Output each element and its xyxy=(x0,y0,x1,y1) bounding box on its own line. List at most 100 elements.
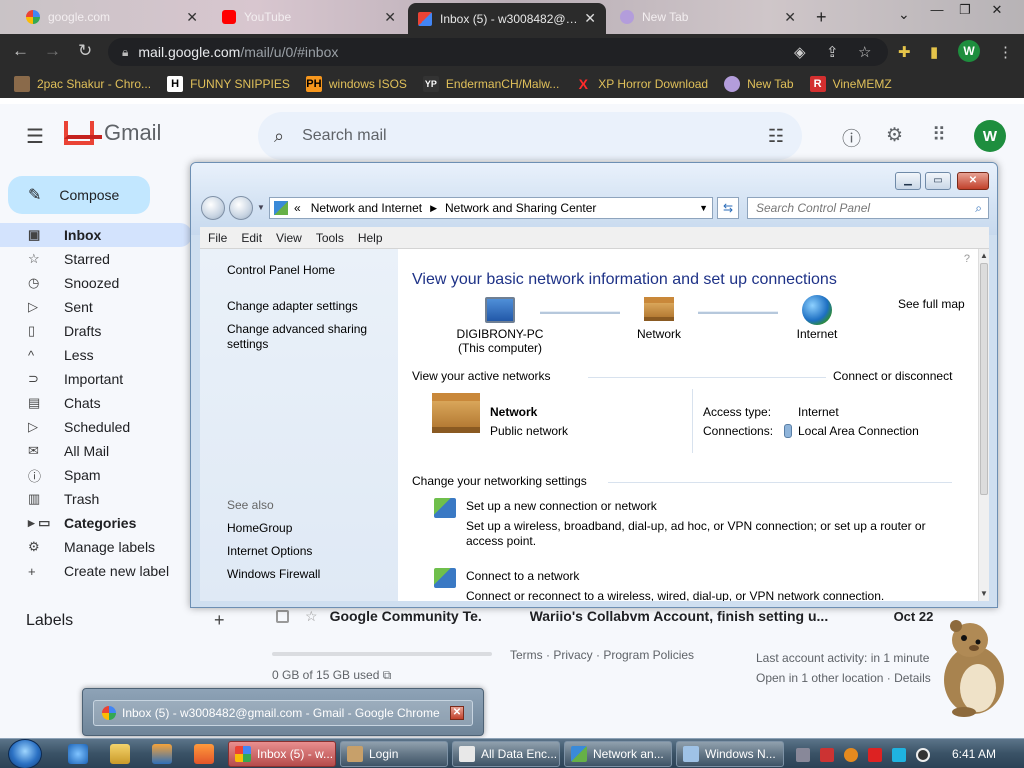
breadcrumb-sharing-center[interactable]: Network and Sharing Center xyxy=(445,201,596,215)
bookmark-star-icon[interactable]: ☆ xyxy=(858,43,871,61)
start-button-icon[interactable] xyxy=(8,739,42,768)
settings-gear-icon[interactable]: ⚙ xyxy=(886,124,903,147)
profile-avatar[interactable]: W xyxy=(958,40,980,62)
link-control-panel-home[interactable]: Control Panel Home xyxy=(227,263,387,278)
footer-links[interactable]: Terms · Privacy · Program Policies xyxy=(510,648,694,662)
search-mail-bar[interactable]: ⌕ Search mail ☷ xyxy=(258,112,802,160)
cp-search-input[interactable]: Search Control Panel ⌕ xyxy=(747,197,989,219)
close-tab-icon[interactable]: ✕ xyxy=(384,9,396,26)
tab-new-tab[interactable]: New Tab ✕ xyxy=(610,2,806,32)
taskbar-clock[interactable]: 6:41 AM xyxy=(952,747,996,761)
link-change-sharing-settings[interactable]: Change advanced sharing settings xyxy=(227,322,377,352)
menu-view[interactable]: View xyxy=(276,231,302,245)
add-label-icon[interactable]: + xyxy=(214,610,225,631)
link-homegroup[interactable]: HomeGroup xyxy=(227,521,387,536)
nav-drafts[interactable]: ▯ Drafts xyxy=(0,319,196,343)
nav-less[interactable]: ^ Less xyxy=(0,343,196,367)
side-panel-icon[interactable]: ▮ xyxy=(930,43,938,61)
cp-address-bar[interactable]: « Network and Internet ▶ Network and Sha… xyxy=(269,197,713,219)
close-tab-icon[interactable]: ✕ xyxy=(186,9,198,26)
nav-scheduled[interactable]: ▷ Scheduled xyxy=(0,415,196,439)
nav-spam[interactable]: ⓘ Spam xyxy=(0,463,196,487)
external-link-icon[interactable]: ⧉ xyxy=(383,668,392,682)
task-inbox-chrome[interactable]: Inbox (5) - w... xyxy=(228,741,336,767)
apps-grid-icon[interactable]: ⠿ xyxy=(932,124,946,147)
compose-button[interactable]: ✎ Compose xyxy=(8,176,150,214)
tray-app-icon[interactable] xyxy=(796,748,810,762)
link-public-network[interactable]: Public network xyxy=(490,424,568,438)
breadcrumb-root[interactable]: « xyxy=(294,201,301,215)
close-tab-icon[interactable]: ✕ xyxy=(584,10,596,27)
scroll-up-icon[interactable]: ▲ xyxy=(980,251,988,260)
menu-file[interactable]: File xyxy=(208,231,227,245)
nav-chats[interactable]: ▤ Chats xyxy=(0,391,196,415)
help-icon[interactable]: ⓘ xyxy=(842,124,861,151)
bookmark-item[interactable]: PH windows ISOS xyxy=(305,76,407,92)
link-local-area-connection[interactable]: Local Area Connection xyxy=(798,424,919,438)
thumbnail-title-bar[interactable]: Inbox (5) - w3008482@gmail.com - Gmail -… xyxy=(93,700,473,726)
nav-inbox[interactable]: ▣ Inbox xyxy=(0,223,192,247)
forward-orb-icon[interactable] xyxy=(229,196,253,220)
new-tab-plus-icon[interactable]: + xyxy=(816,7,827,28)
reload-icon[interactable]: ↻ xyxy=(78,41,92,61)
bookmark-item[interactable]: New Tab xyxy=(724,76,794,92)
gmail-logo[interactable]: Gmail xyxy=(64,120,161,146)
bookmark-item[interactable]: R VineMEMZ xyxy=(809,76,892,92)
tab-inbox[interactable]: Inbox (5) - w3008482@gmail.com ✕ xyxy=(408,3,606,34)
nav-snoozed[interactable]: ◷ Snoozed xyxy=(0,271,196,295)
address-bar[interactable]: 🔒︎ mail.google.com/mail/u/0/#inbox xyxy=(108,38,888,66)
breadcrumb-network-internet[interactable]: Network and Internet xyxy=(311,201,422,215)
account-avatar[interactable]: W xyxy=(974,120,1006,152)
site-settings-icon[interactable]: ◈ xyxy=(794,43,806,61)
history-dropdown-icon[interactable]: ▼ xyxy=(257,203,265,212)
nav-trash[interactable]: ▥ Trash xyxy=(0,487,196,511)
search-icon[interactable]: ⌕ xyxy=(274,126,284,147)
task-all-data-enc[interactable]: All Data Enc... xyxy=(452,741,560,767)
link-connect-to-network[interactable]: Connect to a network xyxy=(466,569,579,583)
search-icon[interactable]: ⌕ xyxy=(975,201,982,216)
task-network-center[interactable]: Network an... xyxy=(564,741,672,767)
internet-explorer-icon[interactable] xyxy=(68,744,88,764)
tab-google[interactable]: google.com ✕ xyxy=(16,2,208,32)
node-internet[interactable]: Internet xyxy=(784,295,850,341)
address-dropdown-icon[interactable]: ▼ xyxy=(699,203,708,213)
nav-all-mail[interactable]: ✉ All Mail xyxy=(0,439,196,463)
explorer-folder-icon[interactable] xyxy=(110,744,130,764)
menu-tools[interactable]: Tools xyxy=(316,231,344,245)
cp-vertical-scrollbar[interactable]: ▲ ▼ xyxy=(978,249,989,601)
link-setup-new-connection[interactable]: Set up a new connection or network xyxy=(466,499,657,513)
storage-usage[interactable]: 0 GB of 15 GB used ⧉ xyxy=(272,668,391,683)
nav-create-label[interactable]: + Create new label xyxy=(0,559,196,583)
link-windows-firewall[interactable]: Windows Firewall xyxy=(227,567,387,582)
taskbar-thumbnail[interactable]: Inbox (5) - w3008482@gmail.com - Gmail -… xyxy=(82,688,484,736)
share-icon[interactable]: ⇪ xyxy=(826,43,839,61)
node-this-computer[interactable]: DIGIBRONY-PC (This computer) xyxy=(448,297,552,355)
scroll-down-icon[interactable]: ▼ xyxy=(980,589,988,598)
back-orb-icon[interactable] xyxy=(201,196,225,220)
thumbnail-close-icon[interactable]: ✕ xyxy=(450,706,464,720)
extensions-puzzle-icon[interactable]: ✚ xyxy=(898,43,911,61)
kebab-menu-icon[interactable]: ⋮ xyxy=(998,43,1013,61)
email-star-icon[interactable]: ☆ xyxy=(305,608,318,625)
link-internet-options[interactable]: Internet Options xyxy=(227,544,387,559)
activity-details-link[interactable]: Open in 1 other location · Details xyxy=(756,668,931,688)
tab-youtube[interactable]: YouTube ✕ xyxy=(212,2,406,32)
task-login[interactable]: Login xyxy=(340,741,448,767)
menu-edit[interactable]: Edit xyxy=(241,231,262,245)
link-change-adapter-settings[interactable]: Change adapter settings xyxy=(227,299,387,314)
back-arrow-icon[interactable]: ← xyxy=(12,41,29,61)
nav-categories[interactable]: ▸ ▭ Categories xyxy=(0,511,196,535)
tray-network-icon[interactable] xyxy=(892,748,906,762)
bookmark-item[interactable]: X XP Horror Download xyxy=(575,76,709,92)
close-window-icon[interactable]: ✕ xyxy=(986,2,1008,20)
help-icon[interactable]: ? xyxy=(964,253,970,265)
bookmark-item[interactable]: H FUNNY SNIPPIES xyxy=(167,76,290,92)
cp-maximize-icon[interactable]: ▭ xyxy=(925,172,951,190)
nav-important[interactable]: ⊃ Important xyxy=(0,367,196,391)
refresh-icon[interactable]: ⇆ xyxy=(717,197,739,219)
minimize-icon[interactable]: — xyxy=(926,2,948,20)
menu-help[interactable]: Help xyxy=(358,231,383,245)
node-network[interactable]: Network xyxy=(626,297,692,341)
tray-volume-icon[interactable] xyxy=(916,748,930,762)
breadcrumb-arrow-icon[interactable]: ▶ xyxy=(430,203,437,214)
